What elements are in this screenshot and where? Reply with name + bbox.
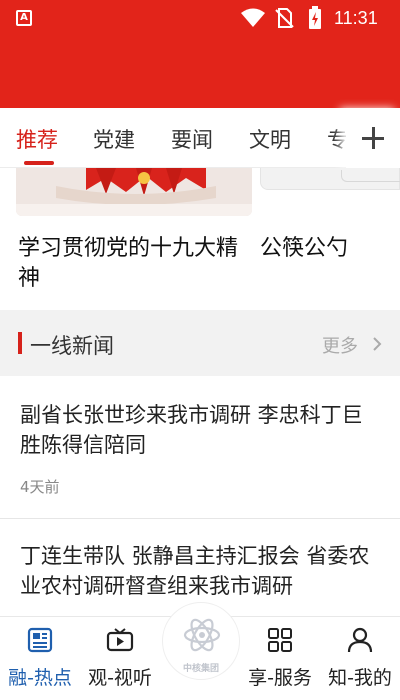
no-sim-icon	[275, 8, 294, 28]
nav-label: 享-服务	[248, 667, 312, 689]
center-logo-button[interactable]: 中核集团	[162, 602, 240, 680]
nav-me[interactable]: 知-我的	[320, 617, 400, 700]
chevron-right-icon[interactable]	[372, 336, 382, 352]
carousel-image-next-frame	[341, 170, 400, 182]
party-banner-image	[16, 168, 252, 216]
channel-tabs: 推荐 党建 要闻 文明 专	[0, 108, 400, 168]
nav-services[interactable]: 享-服务	[240, 617, 320, 700]
nav-label: 融-热点	[8, 667, 72, 689]
grid-icon	[268, 628, 292, 652]
carousel-image-next[interactable]	[260, 168, 400, 190]
news-time: 4天前	[20, 478, 60, 496]
carousel-caption-next[interactable]: 公筷公勺	[260, 234, 400, 264]
tab-civilization[interactable]: 文明	[249, 124, 291, 154]
tab-headlines[interactable]: 要闻	[171, 124, 213, 154]
news-title: 丁连生带队 张静昌主持汇报会 省委农业农村调研督查组来我市调研	[20, 544, 370, 598]
tab-special[interactable]: 专	[327, 124, 348, 154]
carousel-image[interactable]	[16, 168, 252, 216]
battery-charging-icon	[309, 6, 321, 29]
atom-logo-icon	[183, 618, 221, 652]
wifi-icon	[241, 8, 265, 27]
add-channel-button[interactable]	[346, 108, 400, 168]
center-logo-text: 中核集团	[182, 664, 219, 674]
tab-party-building[interactable]: 党建	[93, 124, 135, 154]
section-header: 一线新闻 更多	[0, 310, 400, 376]
nav-label: 观-视听	[88, 667, 152, 689]
nav-label: 知-我的	[328, 667, 392, 689]
carousel-caption[interactable]: 学习贯彻党的十九大精神	[18, 234, 248, 294]
news-title: 副省长张世珍来我市调研 李忠科丁巨胜陈得信陪同	[20, 403, 363, 457]
user-icon	[347, 627, 373, 653]
status-time: 11:31	[334, 8, 378, 28]
tab-recommend[interactable]: 推荐	[16, 124, 58, 154]
newspaper-icon	[27, 627, 53, 653]
nav-hot[interactable]: 融-热点	[0, 617, 80, 700]
more-link[interactable]: 更多	[322, 332, 358, 358]
section-accent-bar	[18, 332, 22, 354]
news-item[interactable]: 副省长张世珍来我市调研 李忠科丁巨胜陈得信陪同 4天前	[0, 376, 400, 519]
active-tab-indicator	[24, 161, 54, 165]
nav-video[interactable]: 观-视听	[80, 617, 160, 700]
section-title: 一线新闻	[30, 334, 114, 358]
plus-icon-stroke	[371, 127, 375, 149]
status-bar: A 11:31	[0, 0, 400, 36]
video-icon	[106, 628, 134, 652]
app-notification-icon: A	[16, 10, 32, 26]
